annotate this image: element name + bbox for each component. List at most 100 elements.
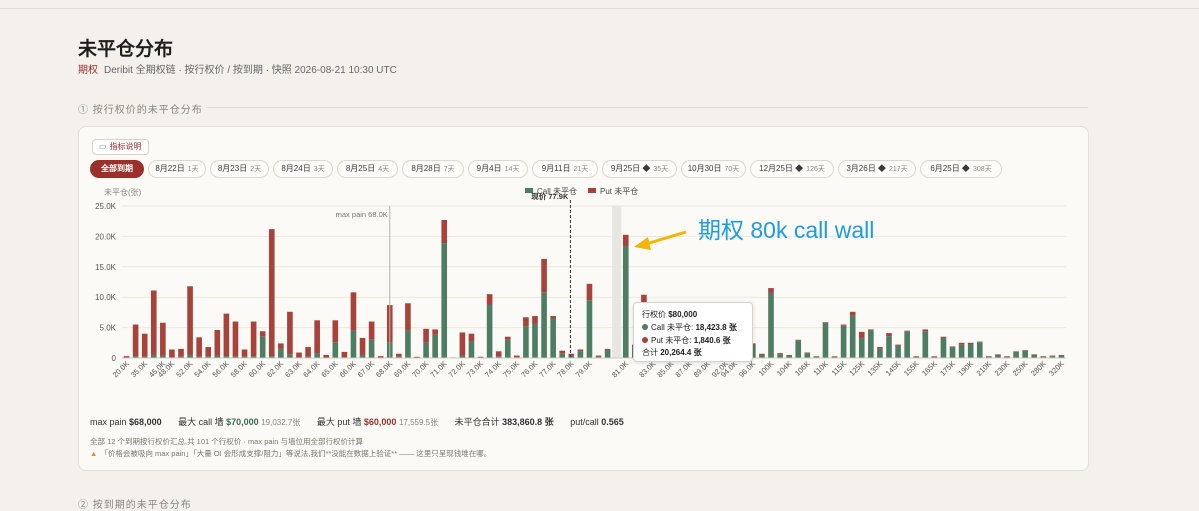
max-pain-label: max pain 68.0K xyxy=(336,210,388,219)
put-bar xyxy=(568,353,575,356)
stat-put-call-label: put/call xyxy=(570,417,599,427)
stat-max-put-value: $60,000 xyxy=(363,417,397,427)
y-tick-label: 15.0K xyxy=(95,263,117,272)
put-bar xyxy=(822,322,829,323)
put-bar xyxy=(804,352,811,354)
put-bar xyxy=(840,324,847,326)
annotation-arrow-shaft xyxy=(645,230,687,246)
put-bar xyxy=(1049,355,1056,357)
put-bar xyxy=(432,329,438,335)
put-bar xyxy=(495,351,502,357)
put-bar xyxy=(1031,354,1038,355)
put-bar xyxy=(1058,354,1065,356)
x-tick-label: 100K xyxy=(757,359,776,378)
call-bar xyxy=(314,353,320,358)
stat-max-put: 最大 put 墙 $60,000 17,559.5张 xyxy=(317,417,438,427)
put-bar xyxy=(604,348,611,350)
put-bar xyxy=(786,354,792,356)
stats-row: max pain $68,000 最大 call 墙 $70,000 19,03… xyxy=(90,415,638,428)
x-tick-label: 165K xyxy=(920,359,939,378)
x-tick-label: 104K xyxy=(775,359,794,378)
x-tick-label: 60.0K xyxy=(247,359,267,379)
put-bar xyxy=(341,351,348,358)
x-tick-label: 320K xyxy=(1047,359,1066,378)
put-bar xyxy=(622,234,629,246)
call-bar xyxy=(350,330,357,358)
x-tick-label: 81.0K xyxy=(610,359,630,379)
x-tick-label: 52.0K xyxy=(174,359,194,379)
put-bar xyxy=(459,332,466,356)
x-tick-label: 69.0K xyxy=(392,359,412,379)
put-dot-icon xyxy=(642,337,648,343)
put-bar xyxy=(241,349,248,357)
note-summary: 全部 12 个到期按行权价汇总,共 101 个行权价 · max pain 与墙… xyxy=(90,437,363,446)
call-bar xyxy=(768,292,774,358)
legend-put-swatch xyxy=(588,188,596,193)
stat-max-pain: max pain $68,000 xyxy=(90,417,162,427)
stat-max-pain-value: $68,000 xyxy=(129,417,162,427)
stat-put-call-value: 0.565 xyxy=(601,417,624,427)
chart-tooltip: 行权价 $80,000 Call 未平仓: 18,423.8 张 Put 未平仓… xyxy=(633,302,753,362)
hover-highlight xyxy=(612,206,622,358)
note-warning-text: 「价格会被吸向 max pain」「大量 OI 会形成支撑/阻力」等说法,我们*… xyxy=(100,449,492,458)
call-bar xyxy=(958,344,965,358)
x-tick-label: 190K xyxy=(956,359,975,378)
call-bar xyxy=(550,318,556,358)
put-bar xyxy=(150,290,157,355)
x-tick-label: 68.0K xyxy=(374,359,394,379)
put-bar xyxy=(976,341,983,343)
put-bar xyxy=(541,258,547,293)
spot-price-label: 现价 77.9K xyxy=(531,192,569,201)
put-bar xyxy=(278,343,284,349)
x-tick-label: 74.0K xyxy=(483,359,503,379)
put-bar xyxy=(250,321,257,357)
put-bar xyxy=(1013,351,1019,352)
call-bar xyxy=(486,304,493,358)
stat-max-put-label: 最大 put 墙 xyxy=(316,417,362,427)
call-bar xyxy=(1022,350,1028,358)
put-bar xyxy=(958,342,965,345)
put-bar xyxy=(441,219,448,244)
call-bar xyxy=(840,325,847,358)
put-bar xyxy=(268,229,275,357)
put-bar xyxy=(586,283,593,301)
call-bar xyxy=(622,245,629,358)
put-bar xyxy=(877,347,883,349)
put-bar xyxy=(259,331,266,337)
x-tick-label: 230K xyxy=(993,359,1012,378)
tooltip-put-value: 1,840.6 张 xyxy=(693,336,731,345)
tooltip-call-row: Call 未平仓: 18,423.8 张 xyxy=(642,322,737,333)
tooltip-title-label: 行权价 xyxy=(642,310,666,319)
x-tick-label: 71.0K xyxy=(428,359,448,379)
put-bar xyxy=(141,333,148,357)
put-bar xyxy=(405,303,411,331)
x-tick-label: 78.0K xyxy=(555,359,575,379)
stat-max-call-sub: 19,032.7张 xyxy=(261,418,301,427)
y-tick-label: 20.0K xyxy=(95,232,117,241)
call-bar xyxy=(877,348,883,358)
put-bar xyxy=(532,316,538,324)
x-tick-label: 106K xyxy=(793,359,812,378)
y-axis-label: 未平仓(张) xyxy=(104,187,142,197)
x-tick-label: 125K xyxy=(847,359,866,378)
put-bar xyxy=(595,355,602,357)
put-bar xyxy=(359,337,366,355)
put-bar xyxy=(350,292,357,331)
stat-total-label: 未平仓合计 xyxy=(454,417,500,427)
call-bar xyxy=(523,326,529,358)
put-bar xyxy=(1040,356,1047,357)
put-bar xyxy=(967,342,974,345)
call-bar xyxy=(577,351,584,358)
call-bar xyxy=(441,243,448,358)
call-bar xyxy=(604,349,611,358)
call-bar xyxy=(259,336,266,358)
put-bar xyxy=(187,286,193,355)
stat-max-call-label: 最大 call 墙 xyxy=(178,417,224,427)
call-bar xyxy=(858,337,865,358)
tooltip-total-label: 合计 xyxy=(642,348,658,357)
call-bar xyxy=(777,354,783,358)
stat-max-pain-label: max pain xyxy=(90,417,127,427)
call-bar xyxy=(849,315,856,358)
put-bar xyxy=(305,347,311,357)
tooltip-call-label: Call 未平仓: xyxy=(651,323,694,332)
